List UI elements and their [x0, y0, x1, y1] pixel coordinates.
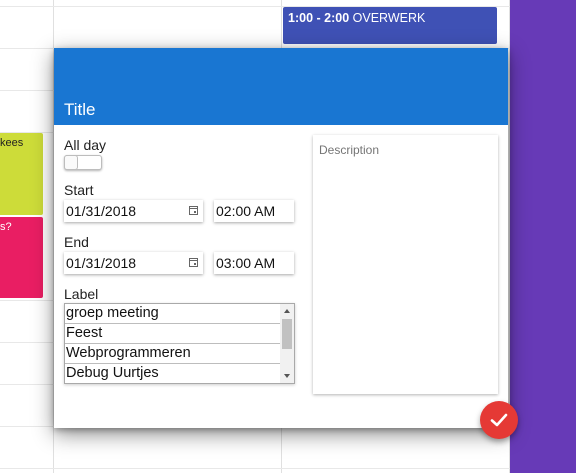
dialog-title: Title [64, 100, 96, 119]
label-option[interactable]: Feest [65, 324, 281, 344]
event-time: 1:00 - 2:00 [288, 11, 350, 25]
label-option[interactable]: Debug Uurtjes [65, 364, 281, 383]
calendar-icon[interactable] [189, 206, 198, 215]
description-textarea[interactable]: Description [313, 135, 498, 394]
all-day-toggle[interactable] [64, 155, 102, 170]
grid-row-line [0, 342, 54, 343]
side-panel [510, 0, 576, 473]
calendar-icon[interactable] [189, 258, 198, 267]
grid-row-line [0, 90, 54, 91]
start-label: Start [64, 182, 94, 198]
calendar-event-overwerk[interactable]: 1:00 - 2:00 OVERWERK [283, 7, 497, 44]
save-button[interactable] [480, 401, 518, 439]
check-icon [490, 413, 508, 427]
event-dialog: Title All day Start 01/31/2018 02:00 AM … [54, 48, 508, 428]
description-placeholder: Description [319, 143, 380, 157]
calendar-event-pink[interactable]: s? [0, 217, 43, 298]
event-title: s? [0, 221, 12, 233]
grid-row-line [0, 468, 510, 469]
start-time-value: 02:00 AM [216, 203, 276, 219]
toggle-knob [64, 155, 78, 170]
label-select[interactable]: groep meeting Feest Webprogrammeren Debu… [64, 303, 295, 384]
scroll-thumb[interactable] [282, 319, 292, 349]
dialog-header: Title [54, 48, 508, 125]
label-field-label: Label [64, 286, 99, 302]
start-time-input[interactable]: 02:00 AM [214, 200, 294, 222]
listbox-scrollbar[interactable] [280, 304, 294, 383]
grid-row-line [0, 300, 54, 301]
end-date-value: 01/31/2018 [66, 255, 137, 271]
end-label: End [64, 234, 89, 250]
label-option[interactable]: Webprogrammeren [65, 344, 281, 364]
start-date-input[interactable]: 01/31/2018 [64, 200, 203, 222]
event-title: kees [0, 137, 24, 149]
start-date-value: 01/31/2018 [66, 203, 137, 219]
end-date-input[interactable]: 01/31/2018 [64, 252, 203, 274]
end-time-input[interactable]: 03:00 AM [214, 252, 294, 274]
scroll-up-icon[interactable] [284, 309, 290, 313]
scroll-down-icon[interactable] [284, 374, 290, 378]
grid-row-line [0, 384, 54, 385]
event-title: OVERWERK [352, 11, 426, 25]
calendar-event-lime[interactable]: kees [0, 133, 43, 215]
grid-row-line [0, 426, 54, 427]
end-time-value: 03:00 AM [216, 255, 276, 271]
all-day-label: All day [64, 137, 107, 153]
label-option[interactable]: groep meeting [65, 304, 281, 324]
